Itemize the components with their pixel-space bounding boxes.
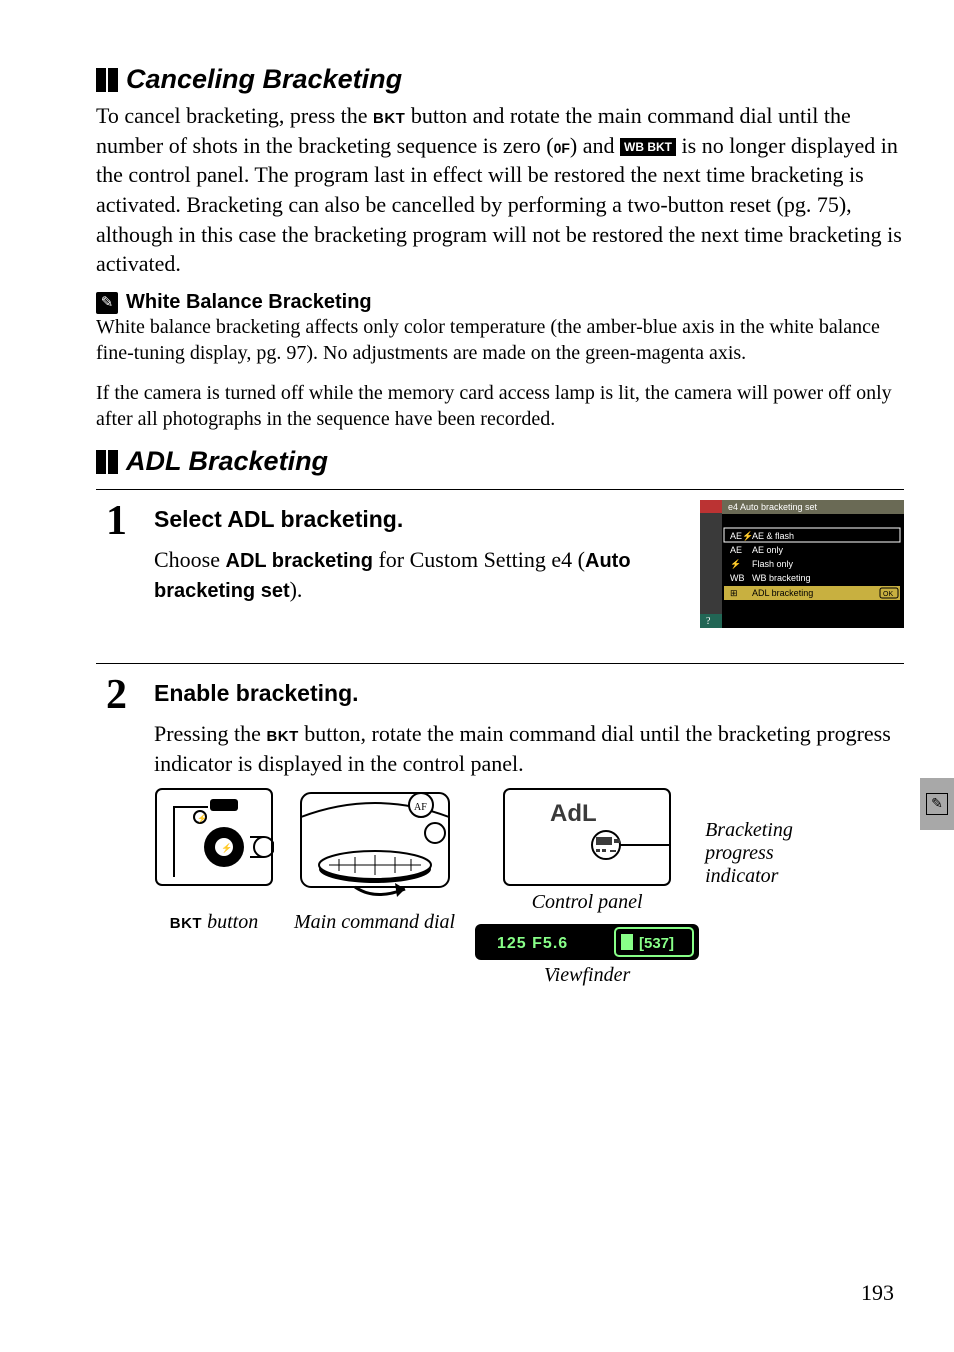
text: ). (290, 577, 303, 602)
page-number: 193 (861, 1280, 894, 1306)
step-1-title: Select ADL bracketing. (154, 506, 692, 533)
text: Choose (154, 547, 226, 572)
svg-text:AE only: AE only (752, 545, 784, 555)
bkt-glyph: BKT (170, 915, 202, 932)
viewfinder-icon: 125 F5.6 [537] (475, 924, 699, 960)
heading-text: ADL Bracketing (126, 446, 328, 477)
wb-bkt-icon: WB BKT (620, 138, 676, 156)
svg-text:⚡: ⚡ (197, 813, 207, 823)
text: Pressing the (154, 721, 266, 746)
main-dial-illustration: AF (294, 787, 455, 934)
zero-f-glyph: 0F (554, 139, 570, 158)
step-1-paragraph: Choose ADL bracketing for Custom Setting… (154, 545, 692, 605)
svg-text:⚡: ⚡ (221, 842, 232, 854)
heading-text: Canceling Bracketing (126, 64, 402, 95)
pencil-icon: ✎ (96, 292, 118, 314)
bkt-glyph: BKT (373, 110, 405, 127)
step-number: 1 (106, 500, 154, 542)
note-title: White Balance Bracketing (126, 291, 372, 314)
svg-text:Flash only: Flash only (752, 559, 794, 569)
note-paragraph-1: White balance bracketing affects only co… (96, 314, 904, 366)
text: for Custom Setting e4 ( (373, 547, 585, 572)
svg-text:WB: WB (730, 573, 745, 583)
note-heading: ✎ White Balance Bracketing (96, 291, 904, 314)
svg-text:⊞: ⊞ (730, 588, 738, 598)
bold-term: ADL bracketing (226, 550, 373, 572)
bkt-button-illustration: ⚡ ⚡ BKT button (154, 787, 274, 934)
svg-text:⚡: ⚡ (730, 558, 741, 570)
viewfinder-caption: Viewfinder (544, 964, 630, 987)
svg-text:[537]: [537] (639, 935, 674, 952)
control-panel-caption: Control panel (532, 891, 643, 914)
step-2-title: Enable bracketing. (154, 680, 904, 707)
heading-adl-bracketing: ADL Bracketing (96, 446, 904, 477)
heading-canceling-bracketing: Canceling Bracketing (96, 64, 904, 95)
heading-squares-icon (96, 68, 120, 92)
pencil-icon: ✎ (926, 793, 948, 815)
camera-bkt-icon: ⚡ ⚡ (154, 787, 274, 907)
step-2-paragraph: Pressing the BKT button, rotate the main… (154, 719, 904, 778)
canceling-paragraph: To cancel bracketing, press the BKT butt… (96, 101, 904, 279)
svg-text:?: ? (706, 616, 711, 627)
svg-text:AdL: AdL (550, 800, 597, 827)
illustration-row: ⚡ ⚡ BKT button (154, 787, 904, 987)
control-panel-icon: AdL (502, 787, 672, 887)
menu-screenshot: e4 Auto bracketing set AE⚡ AE & flash AE… (700, 500, 904, 633)
text: button (202, 911, 258, 933)
svg-text:AE⚡: AE⚡ (730, 530, 753, 542)
svg-text:AE: AE (730, 545, 742, 555)
svg-text:WB bracketing: WB bracketing (752, 573, 811, 583)
text: ) and (570, 133, 620, 158)
svg-text:AE & flash: AE & flash (752, 531, 794, 541)
svg-text:ADL bracketing: ADL bracketing (752, 588, 813, 598)
step-1: 1 Select ADL bracketing. Choose ADL brac… (96, 490, 904, 651)
bkt-button-caption: BKT button (170, 911, 258, 934)
side-tab: ✎ (920, 778, 954, 830)
svg-text:OK: OK (883, 591, 893, 598)
note-paragraph-2: If the camera is turned off while the me… (96, 380, 904, 432)
step-2: 2 Enable bracketing. Pressing the BKT bu… (96, 664, 904, 1004)
svg-text:AF: AF (414, 802, 427, 813)
camera-dial-icon: AF (295, 787, 455, 907)
displays-illustration: AdL (475, 787, 699, 987)
bkt-glyph: BKT (266, 728, 298, 745)
menu-header: e4 Auto bracketing set (728, 502, 818, 512)
step-number: 2 (106, 674, 154, 716)
heading-squares-icon (96, 450, 120, 474)
main-dial-caption: Main command dial (294, 911, 455, 934)
text: To cancel bracketing, press the (96, 103, 373, 128)
svg-text:125 F5.6: 125 F5.6 (497, 935, 568, 952)
bracketing-indicator-callout: Bracketing progress indicator (705, 819, 815, 888)
